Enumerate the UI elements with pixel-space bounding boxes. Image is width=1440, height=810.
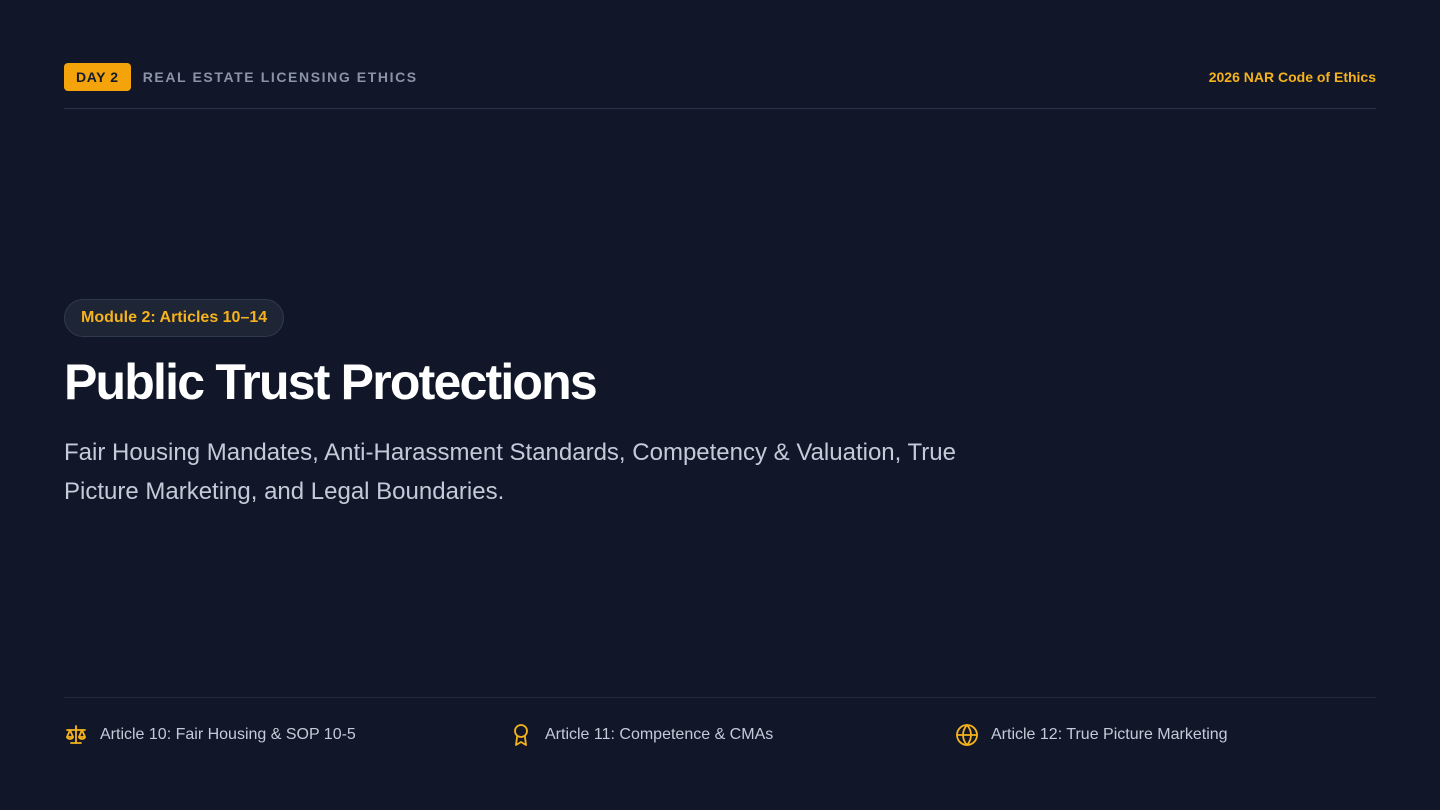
footer-item-article-10: Article 10: Fair Housing & SOP 10-5	[64, 722, 356, 748]
footer-item-label: Article 12: True Picture Marketing	[991, 726, 1228, 743]
course-label: REAL ESTATE LICENSING ETHICS	[142, 69, 418, 85]
page-subtitle: Fair Housing Mandates, Anti-Harassment S…	[64, 439, 956, 505]
footer: Article 10: Fair Housing & SOP 10-5 Arti…	[64, 697, 1376, 770]
award-ribbon-icon	[509, 723, 533, 747]
slide: DAY 2 REAL ESTATE LICENSING ETHICS 2026 …	[0, 0, 1440, 810]
module-pill: Module 2: Articles 10–14	[64, 299, 285, 337]
globe-icon	[955, 723, 979, 747]
footer-item-article-12: Article 12: True Picture Marketing	[955, 722, 1228, 748]
page-title: Public Trust Protections	[64, 354, 598, 410]
scale-icon	[64, 723, 88, 747]
header-left: DAY 2 REAL ESTATE LICENSING ETHICS	[64, 62, 418, 92]
footer-item-label: Article 10: Fair Housing & SOP 10-5	[100, 726, 356, 743]
day-badge: DAY 2	[64, 63, 131, 91]
header: DAY 2 REAL ESTATE LICENSING ETHICS 2026 …	[64, 62, 1376, 109]
edition-label: 2026 NAR Code of Ethics	[1208, 69, 1376, 85]
footer-item-label: Article 11: Competence & CMAs	[545, 726, 774, 743]
footer-item-article-11: Article 11: Competence & CMAs	[509, 722, 773, 748]
main-content: Module 2: Articles 10–14 Public Trust Pr…	[64, 299, 1064, 511]
